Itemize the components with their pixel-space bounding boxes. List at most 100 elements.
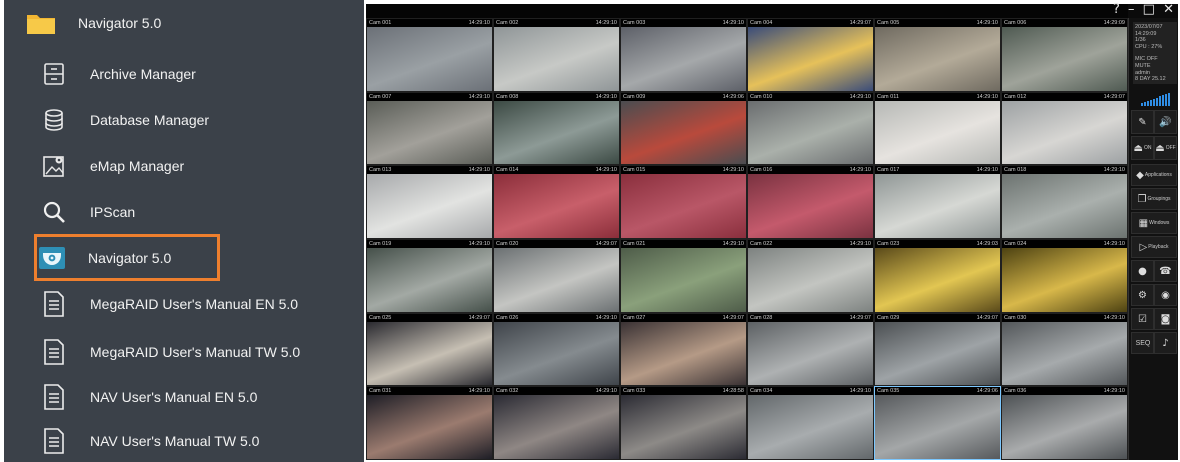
camera-name: Cam 008 [496, 93, 519, 100]
camera-caption: Cam 013 14:29:10 [367, 166, 492, 175]
camera-caption: Cam 011 14:29:10 [875, 92, 1000, 101]
volume-bar [1147, 100, 1149, 106]
camera-name: Cam 024 [1004, 241, 1027, 247]
camera-tile[interactable]: Cam 010 14:29:10 [747, 91, 874, 166]
camera-video-feed [494, 27, 619, 91]
settings-button[interactable]: ⚙ [1131, 284, 1154, 306]
phone-icon: ☎ [1159, 265, 1172, 277]
camera-caption: Cam 034 14:29:10 [748, 387, 873, 396]
camera-tile[interactable]: Cam 017 14:29:10 [874, 165, 1001, 239]
menu-item-navigator[interactable]: Navigator 5.0 [4, 235, 364, 281]
camera-tile[interactable]: Cam 026 14:29:10 [493, 312, 620, 387]
camera-caption: Cam 020 14:29:07 [494, 240, 619, 248]
camera-tile[interactable]: Cam 004 14:29:07 [747, 18, 874, 92]
checklist-icon: ☑ [1138, 313, 1147, 325]
camera-caption: Cam 004 14:29:07 [748, 19, 873, 27]
menu-item-ipscan[interactable]: IPScan [4, 189, 364, 235]
camera-tile[interactable]: Cam 005 14:29:10 [874, 18, 1001, 92]
user-button[interactable]: ● [1131, 260, 1154, 282]
camera-tile[interactable]: Cam 011 14:29:10 [874, 91, 1001, 166]
menu-item-emap-manager[interactable]: eMap Manager [4, 143, 364, 189]
volume-bar [1156, 97, 1158, 106]
camera-timestamp: 14:29:10 [1103, 388, 1125, 395]
camera-tile[interactable]: Cam 002 14:29:10 [493, 18, 620, 92]
applications-icon: ◆ [1136, 169, 1144, 181]
camera-tile[interactable]: Cam 029 14:29:07 [874, 312, 1001, 387]
camera-tile[interactable]: Cam 015 14:29:10 [620, 165, 747, 239]
camera-name: Cam 030 [1004, 314, 1027, 321]
playback-button[interactable]: ▷ Playback [1131, 236, 1177, 258]
camera-tile[interactable]: Cam 003 14:29:10 [620, 18, 747, 92]
camera-tile[interactable]: Cam 019 14:29:10 [366, 239, 493, 313]
camera-name: Cam 021 [623, 241, 646, 247]
camera-tile[interactable]: Cam 018 14:29:10 [1001, 165, 1128, 239]
camera-tile[interactable]: Cam 023 14:29:03 [874, 239, 1001, 313]
camera-tile[interactable]: Cam 009 14:29:06 [620, 91, 747, 166]
microphone-button[interactable]: ✎ [1131, 110, 1154, 134]
microphone-icon: ✎ [1138, 116, 1147, 128]
camera-video-feed [621, 174, 746, 238]
camera-tile[interactable]: Cam 013 14:29:10 [366, 165, 493, 239]
camera-video-feed [875, 100, 1000, 165]
window-control-buttons[interactable]: ? – □ ✕ [1113, 2, 1176, 17]
camera-tile[interactable]: Cam 035 14:29:06 [874, 386, 1001, 460]
menu-item-label: NAV User's Manual TW 5.0 [90, 433, 260, 449]
windows-icon: ▦ [1138, 217, 1149, 229]
camera-tile[interactable]: Cam 027 14:29:07 [620, 312, 747, 387]
camera-tile[interactable]: Cam 024 14:29:10 [1001, 239, 1128, 313]
applications-button[interactable]: ◆ Applications [1131, 164, 1177, 186]
camera-timestamp: 14:29:07 [1103, 93, 1125, 100]
bell-button[interactable]: ♪ [1154, 332, 1177, 354]
windows-button[interactable]: ▦ Windows [1131, 212, 1177, 234]
camera-tile[interactable]: Cam 008 14:29:10 [493, 91, 620, 166]
camera-tile[interactable]: Cam 001 14:29:10 [366, 18, 493, 92]
camera-caption: Cam 023 14:29:03 [875, 240, 1000, 248]
camera-tile[interactable]: Cam 014 14:29:10 [493, 165, 620, 239]
folder-header-navigator[interactable]: Navigator 5.0 [4, 0, 364, 46]
camera-tile[interactable]: Cam 007 14:29:10 [366, 91, 493, 166]
camera-tile[interactable]: Cam 006 14:29:09 [1001, 18, 1128, 92]
camera-video-feed [621, 395, 746, 459]
camera-name: Cam 004 [750, 20, 773, 26]
ptz-camera-button[interactable]: ◉ [1154, 284, 1177, 306]
camera-tile[interactable]: Cam 034 14:29:10 [747, 386, 874, 460]
on-button[interactable]: ⏏ ON [1131, 136, 1154, 160]
camera-video-feed [621, 248, 746, 312]
camera-caption: Cam 008 14:29:10 [494, 92, 619, 101]
camera-tile[interactable]: Cam 016 14:29:10 [747, 165, 874, 239]
checklist-button[interactable]: ☑ [1131, 308, 1154, 330]
seq-button[interactable]: SEQ [1131, 332, 1154, 354]
camera-tile[interactable]: Cam 021 14:29:10 [620, 239, 747, 313]
camera-tile[interactable]: Cam 028 14:29:07 [747, 312, 874, 387]
camera-name: Cam 027 [623, 314, 646, 321]
phone-button[interactable]: ☎ [1154, 260, 1177, 282]
camera-tile[interactable]: Cam 012 14:29:07 [1001, 91, 1128, 166]
off-button[interactable]: ⏏ OFF [1154, 136, 1177, 160]
camera-tile[interactable]: Cam 030 14:29:10 [1001, 312, 1128, 387]
menu-item-archive-manager[interactable]: Archive Manager [4, 51, 364, 97]
volume-bar [1144, 101, 1146, 106]
camera-tile[interactable]: Cam 020 14:29:07 [493, 239, 620, 313]
camera-caption: Cam 001 14:29:10 [367, 19, 492, 27]
camera-tile[interactable]: Cam 031 14:29:10 [366, 386, 493, 460]
menu-item-nav-manual-en[interactable]: NAV User's Manual EN 5.0 [4, 374, 364, 420]
camera-tile[interactable]: Cam 025 14:29:07 [366, 312, 493, 387]
snapshot-button[interactable]: ◙ [1154, 308, 1177, 330]
menu-item-label: MegaRAID User's Manual TW 5.0 [90, 344, 301, 360]
camera-timestamp: 14:29:10 [595, 167, 617, 174]
groupings-button[interactable]: ❐ Groupings [1131, 188, 1177, 210]
camera-tile[interactable]: Cam 022 14:29:10 [747, 239, 874, 313]
menu-item-database-manager[interactable]: Database Manager [4, 97, 364, 143]
camera-tile[interactable]: Cam 033 14:28:58 [620, 386, 747, 460]
camera-name: Cam 009 [623, 93, 646, 100]
camera-timestamp: 14:29:10 [849, 388, 871, 395]
camera-grid: Cam 001 14:29:10 Cam 002 14:29:10 Cam 003 14:… [366, 18, 1128, 460]
speaker-button[interactable]: 🔊 [1154, 110, 1177, 134]
camera-tile[interactable]: Cam 032 14:29:10 [493, 386, 620, 460]
camera-name: Cam 028 [750, 314, 773, 321]
camera-tile[interactable]: Cam 036 14:29:10 [1001, 386, 1128, 460]
menu-item-megaraid-manual-en[interactable]: MegaRAID User's Manual EN 5.0 [4, 281, 364, 327]
menu-item-megaraid-manual-tw[interactable]: MegaRAID User's Manual TW 5.0 [4, 329, 364, 375]
menu-item-nav-manual-tw[interactable]: NAV User's Manual TW 5.0 [4, 418, 364, 462]
camera-name: Cam 011 [877, 93, 899, 100]
